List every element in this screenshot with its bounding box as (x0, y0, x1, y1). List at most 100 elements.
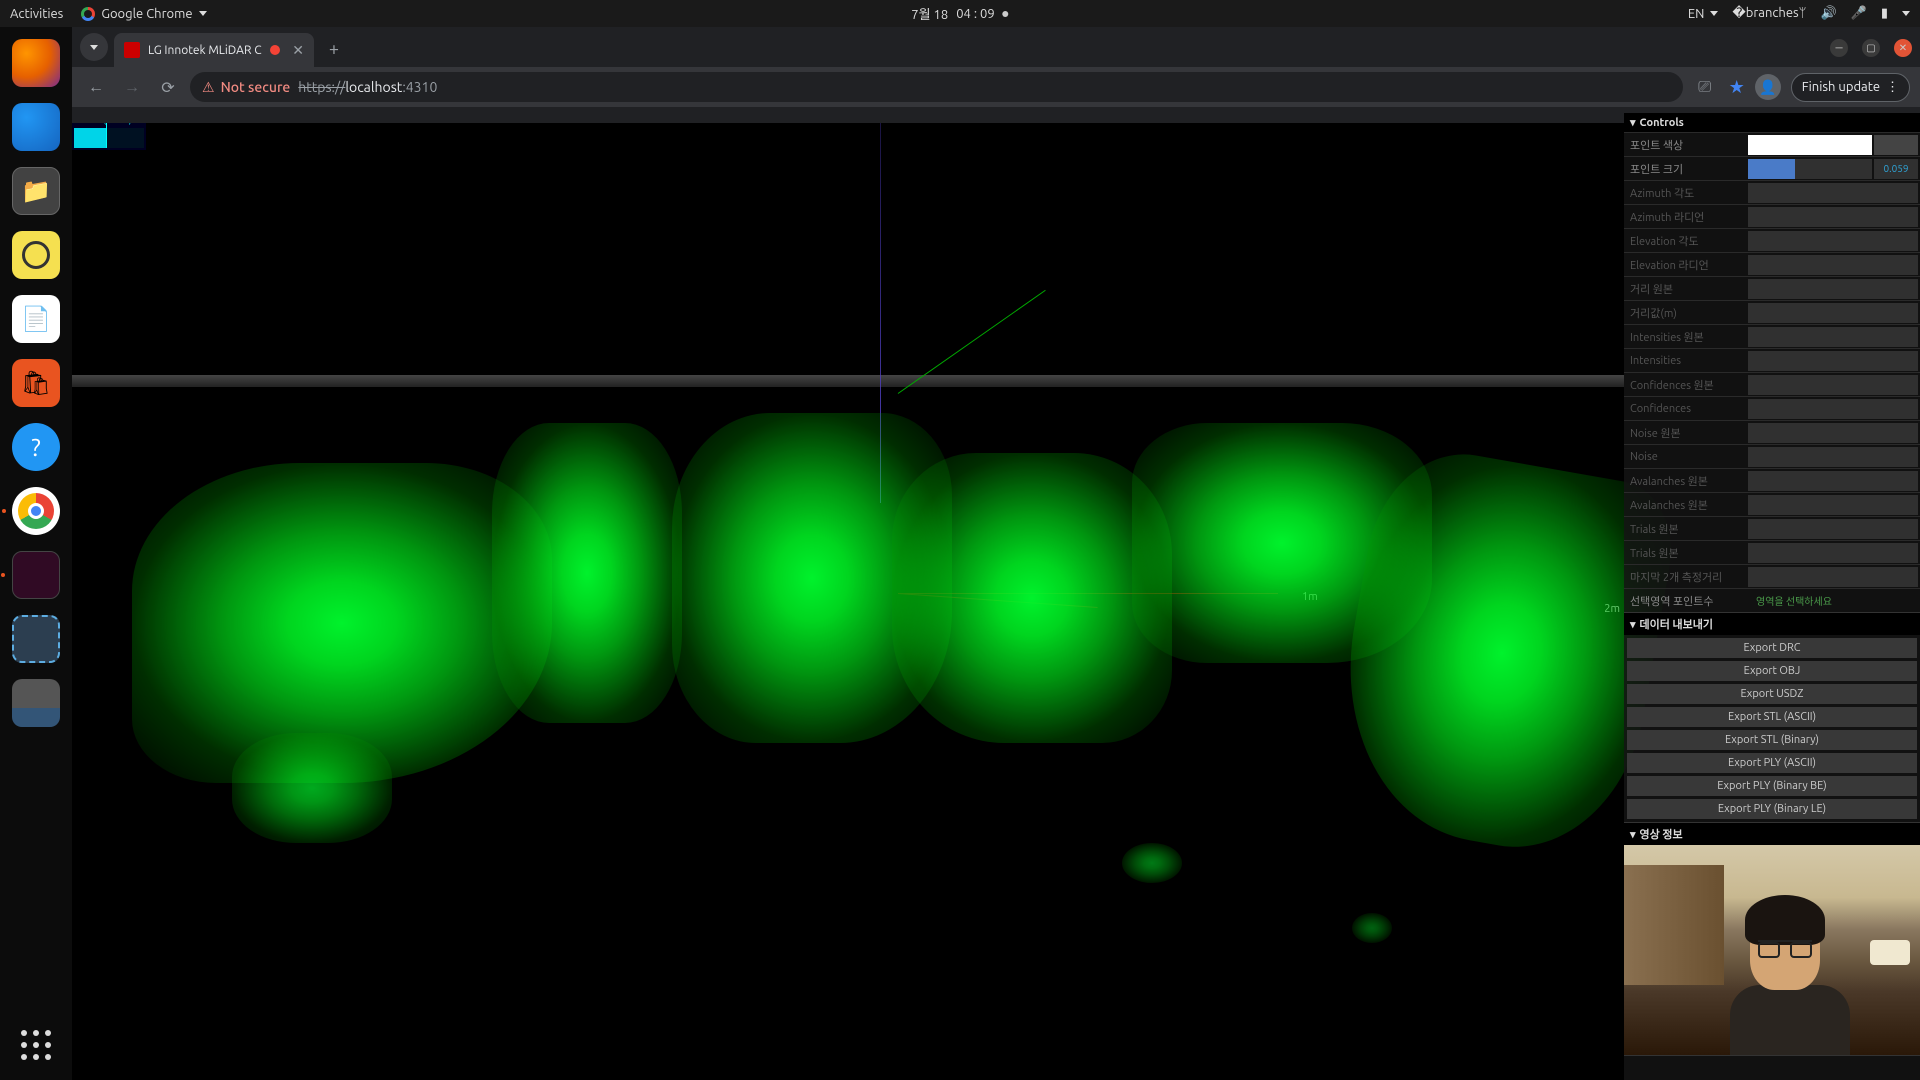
control-label: Avalanches 원본 (1624, 473, 1748, 489)
image-viewer-icon[interactable] (12, 679, 60, 727)
control-label: Noise 원본 (1624, 425, 1748, 441)
control-row: Azimuth 라디언 (1624, 204, 1920, 228)
control-row: 포인트 색상 (1624, 132, 1920, 156)
control-row: Intensities (1624, 348, 1920, 372)
time-label: 04 : 09 (956, 7, 994, 21)
control-label: Elevation 각도 (1624, 233, 1748, 249)
chevron-down-icon (199, 11, 207, 16)
export-button[interactable]: Export USDZ (1627, 684, 1917, 704)
export-button[interactable]: Export STL (ASCII) (1627, 707, 1917, 727)
point-cloud (1122, 843, 1182, 883)
date-label: 7월 18 (911, 4, 948, 23)
control-row: Avalanches 원본 (1624, 468, 1920, 492)
control-row: Intensities 원본 (1624, 324, 1920, 348)
export-button[interactable]: Export PLY (Binary BE) (1627, 776, 1917, 796)
battery-icon[interactable]: ▮ (1881, 6, 1888, 21)
new-tab-button[interactable]: + (320, 35, 348, 63)
chevron-down-icon (90, 45, 98, 50)
ubuntu-software-icon[interactable]: 🛍 (12, 359, 60, 407)
system-menu-icon[interactable] (1902, 11, 1910, 16)
text-input (1748, 375, 1918, 395)
terminal-icon[interactable] (12, 551, 60, 599)
app-name: Google Chrome (101, 7, 192, 21)
tab-search-button[interactable] (80, 33, 108, 61)
export-button[interactable]: Export PLY (ASCII) (1627, 753, 1917, 773)
control-row: Confidences 원본 (1624, 372, 1920, 396)
maximize-button[interactable]: ▢ (1862, 39, 1880, 57)
rhythmbox-icon[interactable] (12, 231, 60, 279)
export-button[interactable]: Export OBJ (1627, 661, 1917, 681)
text-input (1748, 183, 1918, 203)
app-menu[interactable]: Google Chrome (81, 7, 206, 21)
favicon-icon (124, 42, 140, 58)
controls-panel: ▾ Controls 포인트 색상포인트 크기0.059Azimuth 각도Az… (1624, 113, 1920, 1080)
control-label: Avalanches 원본 (1624, 497, 1748, 513)
color-swatch[interactable] (1748, 135, 1872, 155)
show-apps-button[interactable] (21, 1030, 51, 1060)
back-button[interactable]: ← (82, 73, 110, 101)
control-label: Confidences 원본 (1624, 377, 1748, 393)
files-icon[interactable]: 📁 (12, 167, 60, 215)
control-label: Trials 원본 (1624, 521, 1748, 537)
url-input[interactable]: ⚠ Not secure https://localhost:4310 (190, 72, 1683, 102)
text-input (1748, 495, 1918, 515)
control-label: Noise (1624, 451, 1748, 463)
reload-button[interactable]: ⟳ (154, 73, 182, 101)
volume-icon[interactable]: 🔊 (1820, 6, 1836, 21)
chrome-dock-icon[interactable] (12, 487, 60, 535)
chrome-window: ─ ▢ ✕ LG Innotek MLiDAR C ✕ + ← → ⟳ ⚠ No… (72, 27, 1920, 123)
export-button[interactable]: Export STL (Binary) (1627, 730, 1917, 750)
control-row: 거리값(m) (1624, 300, 1920, 324)
export-section-header[interactable]: ▾ 데이터 내보내기 (1624, 613, 1920, 635)
slider-input[interactable] (1748, 159, 1872, 179)
not-secure-label: Not secure (221, 79, 291, 95)
activities-button[interactable]: Activities (10, 7, 63, 21)
chevron-down-icon: ▾ (1630, 618, 1636, 631)
forward-button[interactable]: → (118, 73, 146, 101)
point-cloud (1352, 913, 1392, 943)
close-button[interactable]: ✕ (1894, 39, 1912, 57)
video-section-header[interactable]: ▾ 영상 정보 (1624, 823, 1920, 845)
control-label: 거리값(m) (1624, 305, 1748, 321)
screencast-icon[interactable]: ⎚ (1691, 73, 1719, 101)
horizon-grid (72, 375, 1624, 387)
text-input (1748, 207, 1918, 227)
recording-icon (270, 45, 280, 55)
point-cloud (232, 733, 392, 843)
browser-tab[interactable]: LG Innotek MLiDAR C ✕ (114, 33, 314, 67)
bookmark-icon[interactable]: ★ (1729, 77, 1745, 98)
libreoffice-icon[interactable]: 📄 (12, 295, 60, 343)
network-icon[interactable]: �branchesᛘ (1732, 6, 1806, 21)
control-row: 거리 원본 (1624, 276, 1920, 300)
lang-indicator[interactable]: EN (1688, 7, 1719, 21)
text-input (1748, 447, 1918, 467)
tab-title: LG Innotek MLiDAR C (148, 44, 262, 57)
tab-close-button[interactable]: ✕ (292, 42, 304, 59)
gnome-top-bar: Activities Google Chrome 7월 18 04 : 09 E… (0, 0, 1920, 27)
url-scheme: https:// (298, 79, 345, 95)
slider-value[interactable]: 0.059 (1874, 159, 1918, 179)
kebab-icon: ⋮ (1886, 80, 1899, 95)
control-label: 포인트 크기 (1624, 161, 1748, 177)
thunderbird-icon[interactable] (12, 103, 60, 151)
screenshot-icon[interactable] (12, 615, 60, 663)
firefox-icon[interactable] (12, 39, 60, 87)
export-button[interactable]: Export PLY (Binary LE) (1627, 799, 1917, 819)
controls-section-header[interactable]: ▾ Controls (1624, 113, 1920, 132)
control-label: 거리 원본 (1624, 281, 1748, 297)
finish-update-button[interactable]: Finish update ⋮ (1791, 73, 1910, 102)
minimize-button[interactable]: ─ (1830, 39, 1848, 57)
export-button[interactable]: Export DRC (1627, 638, 1917, 658)
control-label: Confidences (1624, 403, 1748, 415)
help-icon[interactable]: ? (12, 423, 60, 471)
dock: 📁 📄 🛍 ? (0, 27, 72, 1080)
chevron-down-icon (1710, 11, 1718, 16)
point-cloud (492, 423, 682, 723)
color-hex[interactable] (1874, 135, 1918, 155)
mic-icon[interactable]: 🎤 (1851, 6, 1867, 21)
text-input (1748, 399, 1918, 419)
clock[interactable]: 7월 18 04 : 09 (911, 4, 1008, 23)
text-input (1748, 543, 1918, 563)
profile-button[interactable]: 👤 (1755, 74, 1781, 100)
security-indicator[interactable]: ⚠ Not secure (202, 79, 290, 96)
